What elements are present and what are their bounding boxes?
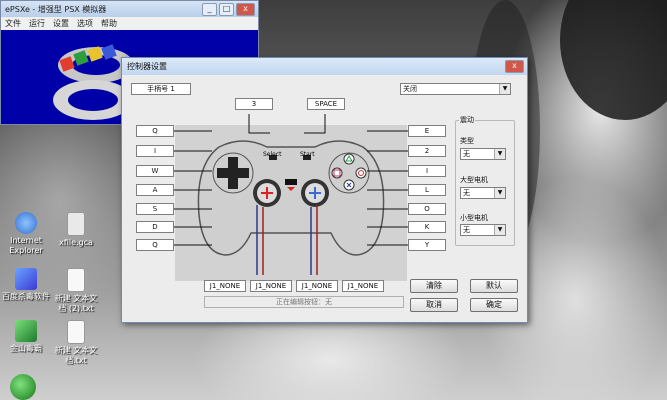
left-key-field[interactable]: W: [136, 165, 174, 177]
left-key-field[interactable]: S: [136, 203, 174, 215]
cancel-button[interactable]: 取消: [410, 298, 458, 312]
controller-type-value: 关闭: [403, 85, 417, 93]
vibration-group-label: 震动: [459, 115, 475, 125]
desktop-icon-label: 金山毒霸: [10, 344, 42, 353]
big-motor-value: 无: [463, 189, 470, 197]
analog-key-field[interactable]: J1_NONE: [342, 280, 384, 292]
desktop-icon-label: 新建 文本文档 (2).txt: [54, 294, 98, 313]
right-key-field[interactable]: E: [408, 125, 446, 137]
desktop-icon-xfile[interactable]: xfile.gca: [52, 212, 100, 248]
vibration-type-select[interactable]: 无 ▼: [460, 148, 506, 160]
default-button[interactable]: 默认: [470, 279, 518, 293]
menu-file[interactable]: 文件: [5, 18, 21, 29]
select-label: Select: [263, 151, 282, 158]
big-motor-label: 大型电机: [460, 176, 488, 184]
desktop-icon-kingsoft[interactable]: 金山毒霸: [2, 320, 50, 354]
clear-button[interactable]: 清除: [410, 279, 458, 293]
desktop-icon-baidu-antivirus[interactable]: 百度杀毒软件: [2, 268, 50, 302]
menu-options[interactable]: 选项: [77, 18, 93, 29]
internet-explorer-icon: [15, 212, 37, 234]
left-key-field[interactable]: I: [136, 145, 174, 157]
analog-key-field[interactable]: J1_NONE: [296, 280, 338, 292]
controller-diagram: Select Start: [175, 125, 407, 281]
file-icon: [67, 212, 85, 236]
globe-icon[interactable]: [10, 374, 36, 400]
maximize-button[interactable]: □: [219, 3, 234, 16]
editing-status: 正在编辑按钮：无: [204, 296, 404, 308]
l2-key-field[interactable]: 3: [235, 98, 273, 110]
left-key-field[interactable]: Q: [136, 125, 174, 137]
vibration-type-value: 无: [463, 150, 470, 158]
desktop-icon-text2[interactable]: 新建 文本文档 (2).txt: [52, 268, 100, 314]
ok-button[interactable]: 确定: [470, 298, 518, 312]
right-key-field[interactable]: 2: [408, 145, 446, 157]
menu-settings[interactable]: 设置: [53, 18, 69, 29]
controller-settings-dialog: 控制器设置 x 手柄号 1 关闭 ▼ Select Start 3 SPACE …: [121, 57, 528, 323]
menu-bar: 文件 运行 设置 选项 帮助: [1, 17, 258, 30]
big-motor-select[interactable]: 无 ▼: [460, 187, 506, 199]
right-key-field[interactable]: K: [408, 221, 446, 233]
left-key-field[interactable]: D: [136, 221, 174, 233]
right-key-field[interactable]: L: [408, 184, 446, 196]
vibration-type-label: 类型: [460, 137, 474, 145]
left-key-field[interactable]: A: [136, 184, 174, 196]
small-motor-select[interactable]: 无 ▼: [460, 224, 506, 236]
desktop-icon-text[interactable]: 新建 文本文档.txt: [52, 320, 100, 366]
left-key-field[interactable]: Q: [136, 239, 174, 251]
desktop-icon-ie[interactable]: Internet Explorer: [2, 212, 50, 256]
minimize-button[interactable]: _: [202, 3, 217, 16]
shield-icon: [15, 320, 37, 342]
right-key-field[interactable]: O: [408, 203, 446, 215]
menu-run[interactable]: 运行: [29, 18, 45, 29]
close-button[interactable]: x: [236, 3, 255, 16]
window-controls: _ □ x: [202, 3, 255, 16]
antivirus-icon: [15, 268, 37, 290]
dialog-titlebar[interactable]: 控制器设置: [122, 58, 527, 75]
right-key-field[interactable]: I: [408, 165, 446, 177]
start-label: Start: [300, 151, 315, 158]
dialog-title: 控制器设置: [127, 62, 167, 71]
desktop-icon-label: 新建 文本文档.txt: [54, 346, 98, 365]
r2-key-field[interactable]: SPACE: [307, 98, 345, 110]
controller-type-select[interactable]: 关闭 ▼: [400, 83, 511, 95]
chevron-down-icon: ▼: [494, 188, 505, 198]
desktop-icon-label: 百度杀毒软件: [2, 292, 50, 301]
small-motor-label: 小型电机: [460, 214, 488, 222]
gamepad-graphic: [197, 140, 385, 275]
right-key-field[interactable]: Y: [408, 239, 446, 251]
chevron-down-icon: ▼: [499, 84, 510, 94]
menu-help[interactable]: 帮助: [101, 18, 117, 29]
text-file-icon: [67, 320, 85, 344]
window-title: ePSXe - 增强型 PSX 模拟器: [5, 4, 107, 14]
chevron-down-icon: ▼: [494, 225, 505, 235]
text-file-icon: [67, 268, 85, 292]
small-motor-value: 无: [463, 226, 470, 234]
analog-key-field[interactable]: J1_NONE: [204, 280, 246, 292]
close-button[interactable]: x: [505, 60, 524, 73]
desktop-icon-label: Internet Explorer: [9, 236, 43, 255]
chevron-down-icon: ▼: [494, 149, 505, 159]
analog-key-field[interactable]: J1_NONE: [250, 280, 292, 292]
dialog-window-controls: x: [505, 60, 524, 73]
controller-number-label[interactable]: 手柄号 1: [131, 83, 191, 95]
desktop-icon-label: xfile.gca: [59, 238, 93, 247]
